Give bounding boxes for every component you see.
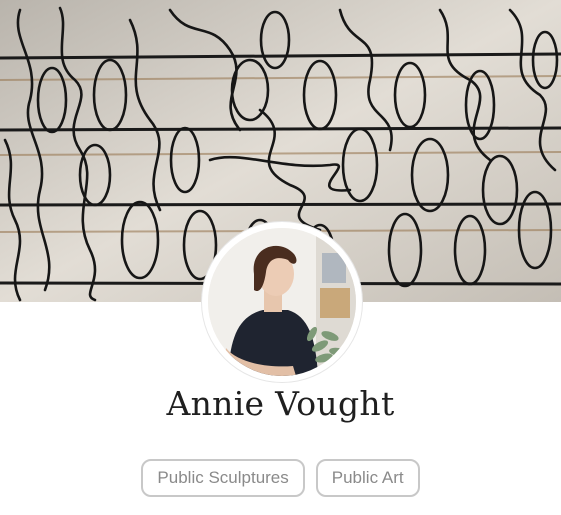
- tag-list: Public Sculptures Public Art: [0, 459, 561, 497]
- avatar[interactable]: [202, 222, 362, 382]
- tag-public-sculptures[interactable]: Public Sculptures: [141, 459, 305, 497]
- profile-name: Annie Vought: [166, 384, 395, 423]
- tag-public-art[interactable]: Public Art: [315, 459, 420, 497]
- profile-photo: [208, 228, 356, 376]
